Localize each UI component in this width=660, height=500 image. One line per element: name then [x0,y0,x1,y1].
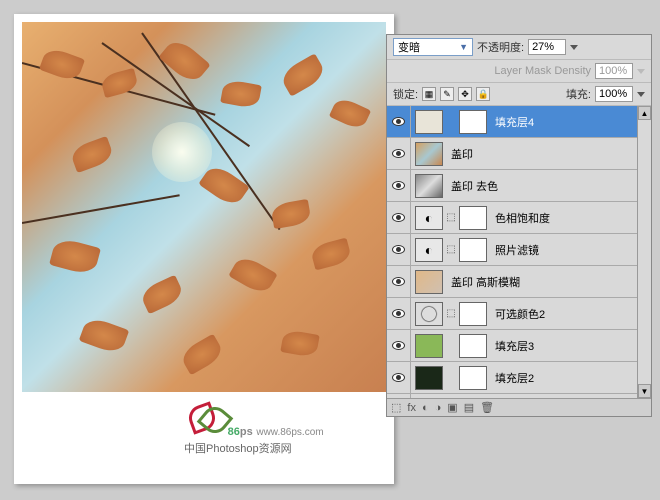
folder-icon[interactable]: ▣ [447,401,457,414]
lock-row: 锁定: ▦ ✎ ✥ 🔒 填充: 100% [387,83,651,106]
fx-icon[interactable]: fx [407,402,416,414]
layer-thumb[interactable] [415,334,443,358]
canvas-image[interactable] [22,22,386,392]
logo-icon [184,405,224,435]
lock-all-icon[interactable]: 🔒 [476,87,490,101]
lock-position-icon[interactable]: ✥ [458,87,472,101]
link-icon: ⬚ [446,308,456,319]
eye-icon [392,373,405,382]
opacity-flyout-icon[interactable] [570,45,578,50]
mask-flyout-icon [637,69,645,74]
layer-row[interactable]: 盖印 [387,138,637,170]
visibility-toggle[interactable] [387,138,411,170]
watermark: 86ps www.86ps.com 中国Photoshop资源网 [184,405,324,456]
blend-row: 变暗▼ 不透明度: 27% [387,35,651,60]
layer-thumb[interactable] [415,366,443,390]
mask-density-row: Layer Mask Density 100% [387,60,651,83]
visibility-toggle[interactable] [387,362,411,394]
layer-name[interactable]: 色相饱和度 [491,210,550,226]
scroll-down-icon[interactable]: ▼ [638,384,651,398]
blend-mode-select[interactable]: 变暗▼ [393,38,473,56]
layers-list: 填充层4盖印盖印 去色◐⬚色相饱和度◐⬚照片滤镜盖印 高斯模糊⬚可选颜色2填充层… [387,106,637,416]
layer-row[interactable]: 填充层2 [387,362,637,394]
layer-row[interactable]: ◐⬚ 色相饱和度 [387,202,637,234]
layer-thumb[interactable] [415,270,443,294]
lock-pixels-icon[interactable]: ✎ [440,87,454,101]
fill-input[interactable]: 100% [595,86,633,102]
layer-thumb[interactable] [415,142,443,166]
new-layer-icon[interactable]: ▤ [464,401,474,414]
mask-thumb[interactable] [459,334,487,358]
scroll-up-icon[interactable]: ▲ [638,106,651,120]
layer-name[interactable]: 盖印 [447,146,473,162]
link-icon: ⬚ [446,244,456,255]
layer-name[interactable]: 填充层3 [491,338,534,354]
layer-thumb[interactable] [415,110,443,134]
mask-thumb[interactable] [459,206,487,230]
mask-thumb[interactable] [459,110,487,134]
layers-panel: 变暗▼ 不透明度: 27% Layer Mask Density 100% 锁定… [386,34,652,417]
layer-row[interactable]: 盖印 高斯模糊 [387,266,637,298]
visibility-toggle[interactable] [387,106,411,138]
fill-label: 填充: [566,86,591,102]
layer-thumb[interactable]: ◐ [415,238,443,262]
visibility-toggle[interactable] [387,298,411,330]
opacity-label: 不透明度: [477,39,524,55]
mask-thumb[interactable] [459,238,487,262]
layer-thumb[interactable] [415,174,443,198]
eye-icon [392,341,405,350]
scrollbar[interactable]: ▲ ▼ [637,106,651,398]
mask-thumb[interactable] [459,366,487,390]
visibility-toggle[interactable] [387,330,411,362]
chevron-down-icon: ▼ [459,42,468,52]
layer-name[interactable]: 盖印 高斯模糊 [447,274,520,290]
visibility-toggle[interactable] [387,234,411,266]
link-layers-icon[interactable]: ⬚ [391,401,401,414]
adjustment-icon[interactable]: ◑ [435,402,442,414]
visibility-toggle[interactable] [387,266,411,298]
layer-name[interactable]: 可选颜色2 [491,306,545,322]
layer-name[interactable]: 照片滤镜 [491,242,539,258]
eye-icon [392,277,405,286]
mask-thumb[interactable] [459,302,487,326]
layer-name[interactable]: 填充层2 [491,370,534,386]
link-icon: ⬚ [446,212,456,223]
eye-icon [392,149,405,158]
visibility-toggle[interactable] [387,202,411,234]
layer-thumb[interactable] [415,302,443,326]
layer-name[interactable]: 盖印 去色 [447,178,498,194]
eye-icon [392,117,405,126]
lock-label: 锁定: [393,86,418,102]
mask-density-input: 100% [595,63,633,79]
eye-icon [392,213,405,222]
layer-row[interactable]: ⬚ 可选颜色2 [387,298,637,330]
mask-density-label: Layer Mask Density [494,65,591,77]
layer-row[interactable]: 填充层4 [387,106,637,138]
layer-thumb[interactable]: ◐ [415,206,443,230]
layer-row[interactable]: 盖印 去色 [387,170,637,202]
layer-row[interactable]: 填充层3 [387,330,637,362]
eye-icon [392,245,405,254]
lock-transparency-icon[interactable]: ▦ [422,87,436,101]
layer-row[interactable]: ◐⬚ 照片滤镜 [387,234,637,266]
eye-icon [392,181,405,190]
mask-icon[interactable]: ◐ [422,402,429,414]
layer-name[interactable]: 填充层4 [491,114,534,130]
fill-flyout-icon[interactable] [637,92,645,97]
opacity-input[interactable]: 27% [528,39,566,55]
visibility-toggle[interactable] [387,170,411,202]
panel-bottom-bar: ⬚ fx ◐ ◑ ▣ ▤ 🗑 [387,398,651,416]
trash-icon[interactable]: 🗑 [480,401,494,414]
eye-icon [392,309,405,318]
document-window: 86ps www.86ps.com 中国Photoshop资源网 [14,14,394,484]
